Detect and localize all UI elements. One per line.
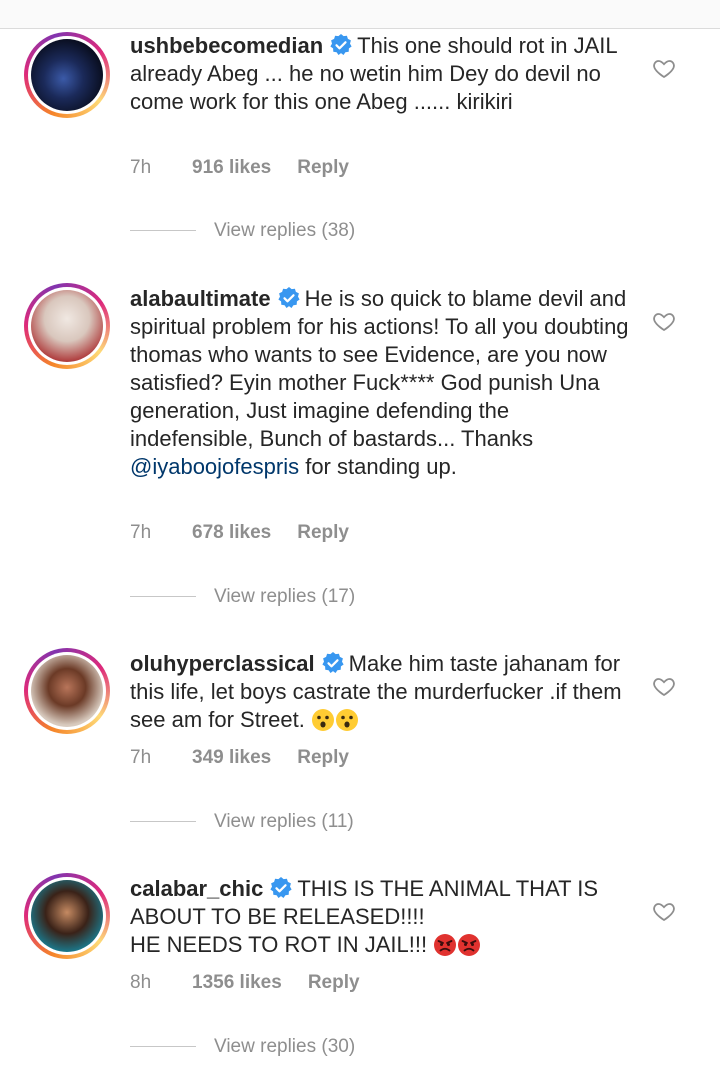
story-ring[interactable] [24, 32, 110, 118]
verified-badge-icon [270, 877, 292, 898]
comment-meta: 8h 1356 likes Reply [130, 972, 360, 994]
divider [130, 596, 196, 598]
comment-username[interactable]: oluhyperclassical [130, 651, 315, 676]
comment-text-end: for standing up. [299, 454, 457, 479]
view-replies-link[interactable]: View replies (17) [130, 586, 355, 608]
view-replies-label: View replies (38) [214, 220, 356, 241]
divider [130, 821, 196, 823]
view-replies-label: View replies (17) [214, 586, 356, 607]
reply-button[interactable]: Reply [297, 157, 349, 179]
comment-text-line2: HE NEEDS TO ROT IN JAIL!!! [130, 932, 428, 957]
avatar [31, 655, 103, 727]
story-ring[interactable] [24, 648, 110, 734]
comment-username[interactable]: alabaultimate [130, 286, 271, 311]
likes-count[interactable]: 678 likes [192, 522, 271, 544]
angry-face-icon [458, 934, 481, 956]
comment-timestamp: 8h [130, 972, 152, 993]
comment-username[interactable]: calabar_chic [130, 876, 263, 901]
comment-timestamp: 7h [130, 747, 152, 768]
verified-badge-icon [330, 34, 352, 55]
story-ring[interactable] [24, 873, 110, 959]
comment-meta: 7h 916 likes Reply [130, 157, 349, 179]
reply-button[interactable]: Reply [297, 522, 349, 544]
heart-outline-icon[interactable] [652, 56, 676, 80]
heart-outline-icon[interactable] [652, 309, 676, 333]
story-ring[interactable] [24, 283, 110, 369]
verified-badge-icon [278, 287, 300, 308]
comment-body: calabar_chic THIS IS THE ANIMAL THAT IS A… [130, 875, 630, 959]
view-replies-label: View replies (30) [214, 1036, 356, 1057]
view-replies-link[interactable]: View replies (30) [130, 1036, 355, 1058]
comment-username[interactable]: ushbebecomedian [130, 33, 323, 58]
mention-link[interactable]: @iyaboojofespris [130, 454, 299, 479]
astonished-face-icon [311, 709, 334, 731]
comment-timestamp: 7h [130, 522, 152, 543]
angry-face-icon [434, 934, 457, 956]
likes-count[interactable]: 916 likes [192, 157, 271, 179]
comment-meta: 7h 678 likes Reply [130, 522, 349, 544]
comment-timestamp: 7h [130, 157, 152, 178]
avatar [31, 880, 103, 952]
likes-count[interactable]: 349 likes [192, 747, 271, 769]
view-replies-link[interactable]: View replies (11) [130, 811, 354, 833]
comment-meta: 7h 349 likes Reply [130, 747, 349, 769]
avatar [31, 39, 103, 111]
avatar [31, 290, 103, 362]
comment-body: oluhyperclassical Make him taste jahanam … [130, 650, 630, 734]
divider [130, 1046, 196, 1048]
verified-badge-icon [322, 652, 344, 673]
heart-outline-icon[interactable] [652, 674, 676, 698]
heart-outline-icon[interactable] [652, 899, 676, 923]
astonished-face-icon [335, 709, 358, 731]
comment-body: alabaultimate He is so quick to blame dev… [130, 285, 630, 481]
divider [130, 230, 196, 232]
likes-count[interactable]: 1356 likes [192, 972, 282, 994]
view-replies-link[interactable]: View replies (38) [130, 220, 355, 242]
reply-button[interactable]: Reply [297, 747, 349, 769]
comment-body: ushbebecomedian This one should rot in JA… [130, 32, 630, 116]
reply-button[interactable]: Reply [308, 972, 360, 994]
top-bar [0, 0, 720, 29]
view-replies-label: View replies (11) [214, 811, 354, 832]
